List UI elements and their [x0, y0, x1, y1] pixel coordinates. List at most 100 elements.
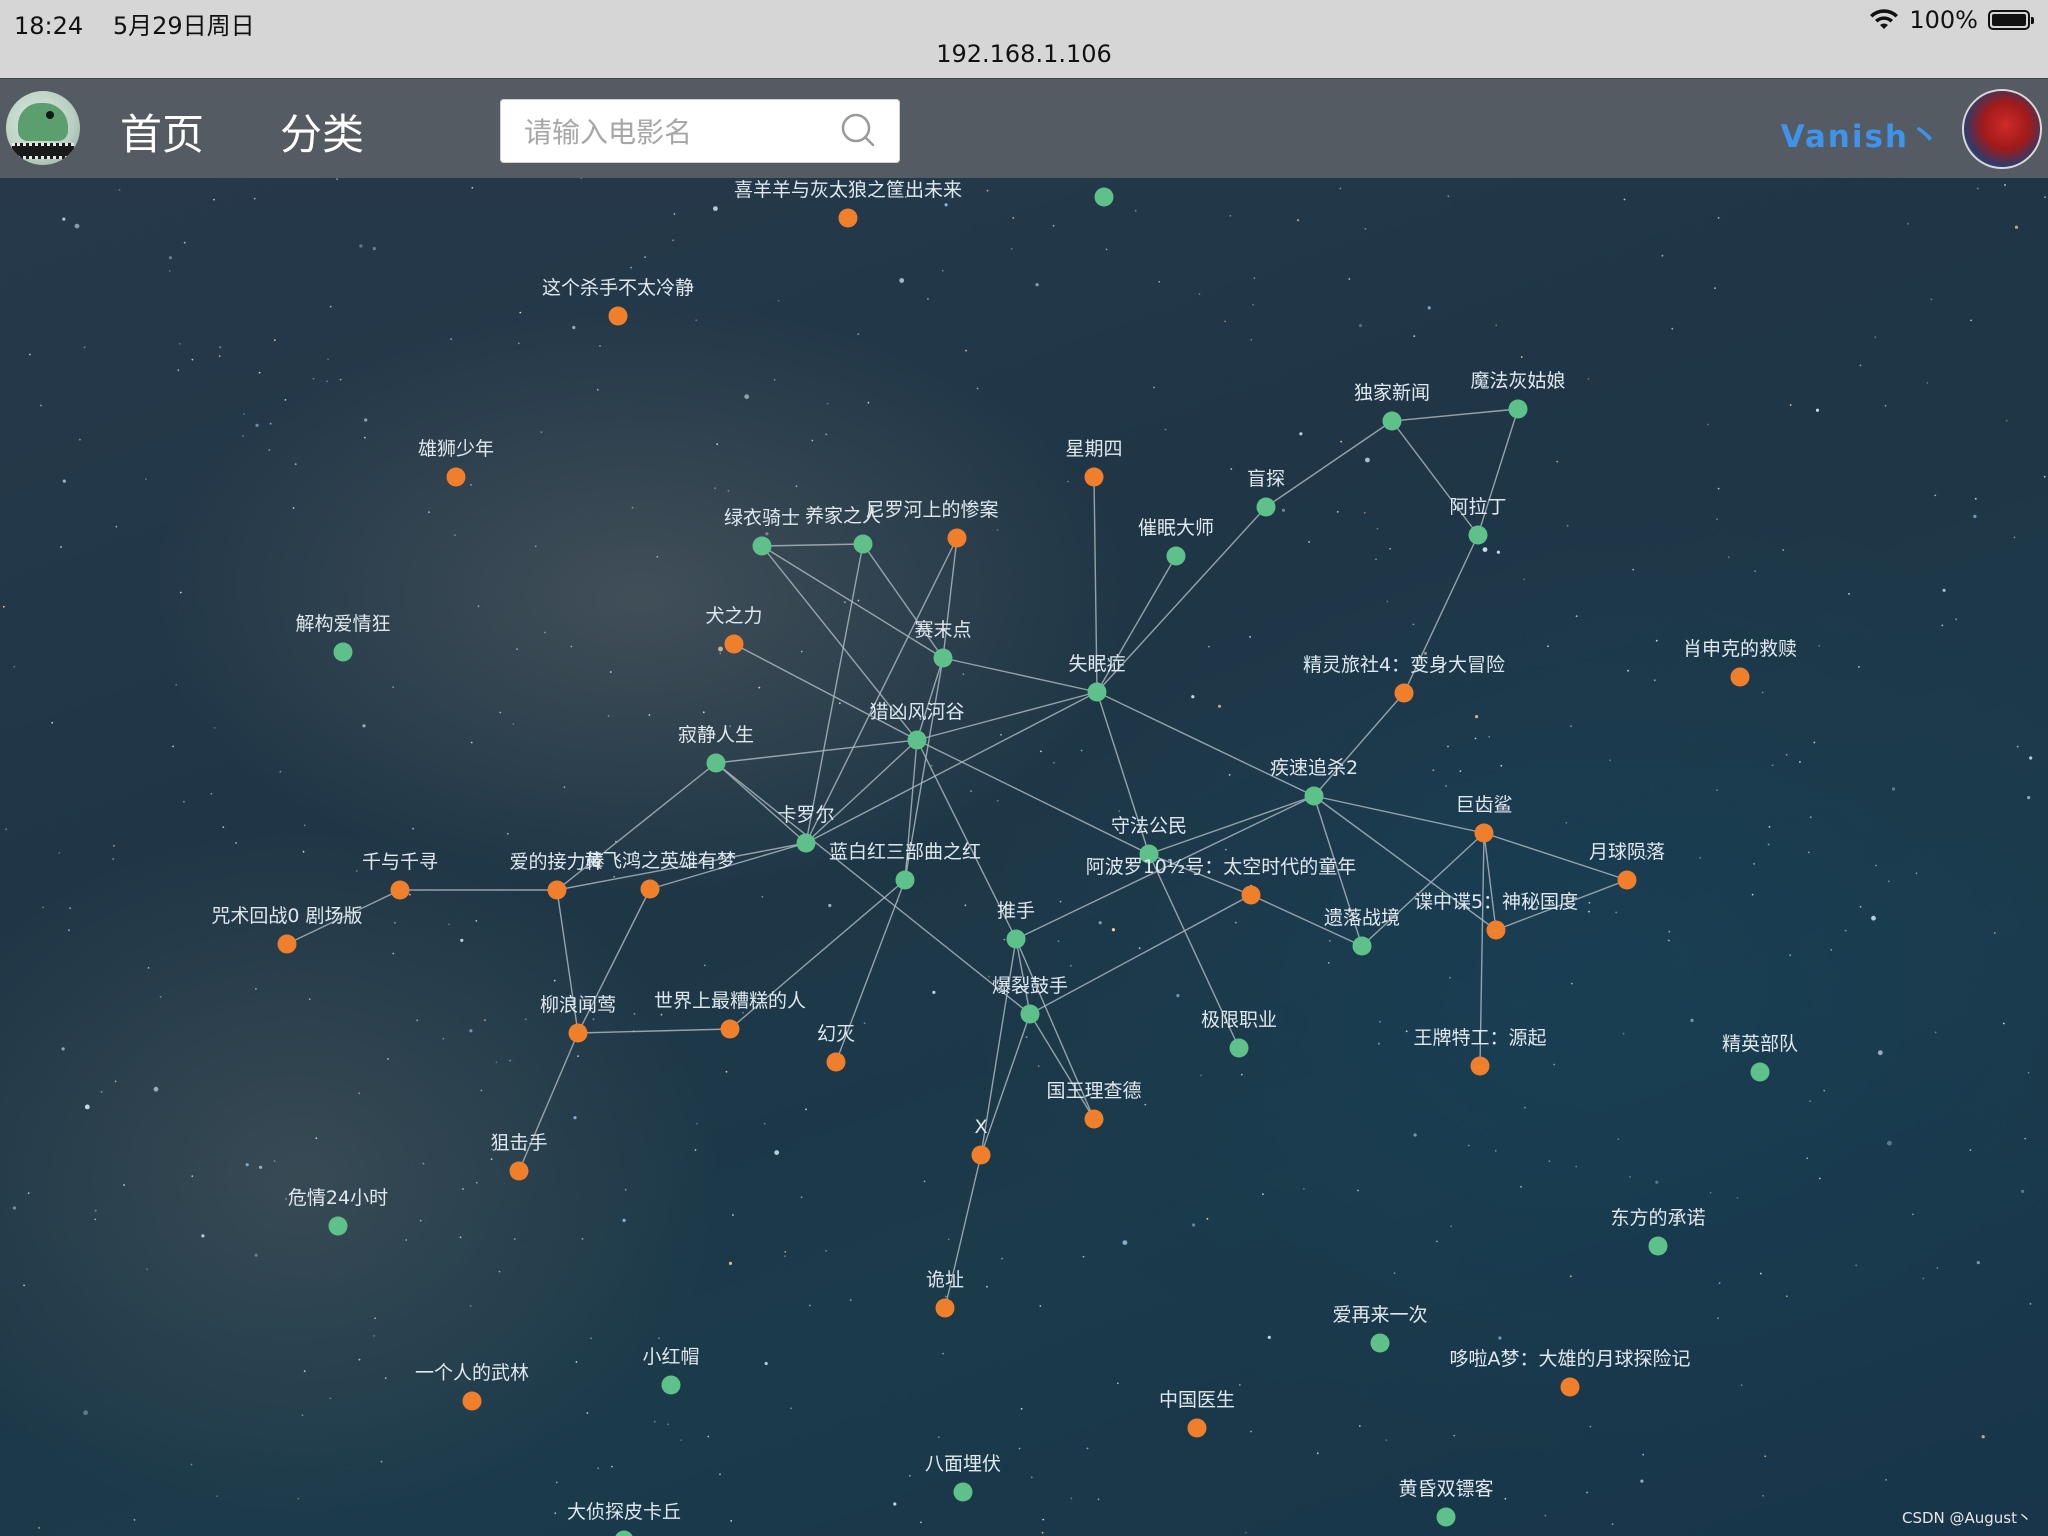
nav-home[interactable]: 首页: [120, 101, 204, 162]
graph-node[interactable]: 寂静人生: [678, 724, 754, 773]
graph-node-dot[interactable]: [547, 880, 567, 900]
graph-node-dot[interactable]: [933, 648, 953, 668]
graph-node[interactable]: 小红帽: [642, 1346, 700, 1395]
graph-node-dot[interactable]: [1470, 1056, 1490, 1076]
graph-node-dot[interactable]: [390, 880, 410, 900]
graph-node[interactable]: 国王理查德: [1046, 1080, 1142, 1129]
graph-node-dot[interactable]: [947, 528, 967, 548]
graph-node[interactable]: 尼罗河上的惨案: [865, 499, 999, 548]
logo-icon[interactable]: [6, 91, 80, 165]
graph-node[interactable]: [1094, 187, 1114, 207]
graph-node-dot[interactable]: [462, 1391, 482, 1411]
graph-node[interactable]: 卡罗尔: [777, 804, 835, 853]
graph-node-dot[interactable]: [724, 634, 744, 654]
graph-node[interactable]: 幻灭: [817, 1023, 855, 1072]
graph-node-dot[interactable]: [706, 753, 726, 773]
graph-node-dot[interactable]: [1229, 1038, 1249, 1058]
graph-node-dot[interactable]: [1394, 683, 1414, 703]
graph-node[interactable]: 犬之力: [705, 605, 763, 654]
graph-node-dot[interactable]: [333, 642, 353, 662]
graph-node[interactable]: 中国医生: [1159, 1389, 1235, 1438]
search-input[interactable]: [522, 99, 826, 165]
graph-node[interactable]: 魔法灰姑娘: [1470, 370, 1566, 419]
graph-node[interactable]: 星期四: [1065, 438, 1123, 487]
graph-node[interactable]: 巨齿鲨: [1455, 794, 1513, 843]
graph-node[interactable]: 雄狮少年: [418, 438, 494, 487]
graph-node[interactable]: 喜羊羊与灰太狼之筐出未来: [734, 179, 962, 228]
graph-node[interactable]: 解构爱情狂: [295, 613, 391, 662]
graph-node-dot[interactable]: [1094, 187, 1114, 207]
graph-node-dot[interactable]: [568, 1023, 588, 1043]
graph-node[interactable]: 世界上最糟糕的人: [654, 990, 806, 1039]
graph-node[interactable]: 咒术回战0 剧场版: [211, 905, 363, 954]
graph-node[interactable]: 诡址: [926, 1269, 964, 1318]
nav-category[interactable]: 分类: [280, 101, 364, 162]
graph-node-dot[interactable]: [853, 534, 873, 554]
graph-node[interactable]: 推手: [997, 900, 1035, 949]
graph-node-dot[interactable]: [446, 467, 466, 487]
search-icon[interactable]: [840, 112, 876, 148]
graph-node-dot[interactable]: [907, 730, 927, 750]
graph-node-dot[interactable]: [1468, 525, 1488, 545]
graph-node[interactable]: 狙击手: [490, 1132, 548, 1181]
graph-node-dot[interactable]: [1084, 467, 1104, 487]
graph-node-dot[interactable]: [1187, 1418, 1207, 1438]
graph-node-dot[interactable]: [895, 870, 915, 890]
graph-node-dot[interactable]: [608, 306, 628, 326]
graph-node[interactable]: 东方的承诺: [1610, 1207, 1706, 1256]
graph-node-dot[interactable]: [1241, 885, 1261, 905]
graph-node-dot[interactable]: [1474, 823, 1494, 843]
graph-node[interactable]: 月球陨落: [1589, 841, 1665, 890]
graph-node[interactable]: 肖申克的救赎: [1683, 638, 1797, 687]
graph-node-dot[interactable]: [1084, 1109, 1104, 1129]
graph-node-dot[interactable]: [1370, 1333, 1390, 1353]
graph-node-dot[interactable]: [1560, 1377, 1580, 1397]
browser-url[interactable]: 192.168.1.106: [0, 40, 2048, 68]
graph-node-dot[interactable]: [935, 1298, 955, 1318]
graph-node-dot[interactable]: [1304, 786, 1324, 806]
graph-node[interactable]: 大侦探皮卡丘: [567, 1501, 681, 1536]
movie-relation-graph[interactable]: 喜羊羊与灰太狼之筐出未来这个杀手不太冷静雄狮少年解构爱情狂绿衣骑士 养家之人尼罗河…: [0, 178, 2048, 1536]
graph-node-dot[interactable]: [640, 879, 660, 899]
graph-node[interactable]: 催眠大师: [1138, 517, 1214, 566]
graph-node-dot[interactable]: [838, 208, 858, 228]
graph-node[interactable]: 黄昏双镖客: [1398, 1478, 1494, 1527]
graph-node-dot[interactable]: [1006, 929, 1026, 949]
graph-node-dot[interactable]: [328, 1216, 348, 1236]
graph-node-dot[interactable]: [1508, 399, 1528, 419]
graph-node[interactable]: 独家新闻: [1354, 382, 1430, 431]
graph-node-dot[interactable]: [1087, 682, 1107, 702]
graph-node[interactable]: 蓝白红三部曲之红: [829, 841, 981, 890]
graph-node-dot[interactable]: [1648, 1236, 1668, 1256]
graph-node-dot[interactable]: [1256, 497, 1276, 517]
graph-node[interactable]: 极限职业: [1201, 1009, 1277, 1058]
graph-node[interactable]: 爱再来一次: [1332, 1304, 1428, 1353]
graph-node-dot[interactable]: [1166, 546, 1186, 566]
graph-node-dot[interactable]: [826, 1052, 846, 1072]
graph-node-dot[interactable]: [752, 536, 772, 556]
graph-node-dot[interactable]: [953, 1482, 973, 1502]
graph-node-dot[interactable]: [1352, 936, 1372, 956]
graph-node[interactable]: 一个人的武林: [415, 1362, 529, 1411]
graph-node[interactable]: 猎凶风河谷: [869, 701, 965, 750]
graph-node[interactable]: 精灵旅社4：变身大冒险: [1303, 654, 1505, 703]
graph-node-dot[interactable]: [1730, 667, 1750, 687]
graph-node[interactable]: 阿波罗10½号：太空时代的童年: [1086, 856, 1357, 905]
graph-node-dot[interactable]: [661, 1375, 681, 1395]
graph-node[interactable]: 八面埋伏: [925, 1453, 1001, 1502]
graph-node[interactable]: 哆啦A梦：大雄的月球探险记: [1450, 1348, 1691, 1397]
graph-node[interactable]: X: [971, 1116, 991, 1165]
graph-node-dot[interactable]: [1486, 920, 1506, 940]
graph-node-dot[interactable]: [971, 1145, 991, 1165]
graph-node-dot[interactable]: [720, 1019, 740, 1039]
avatar[interactable]: [1962, 89, 2042, 169]
graph-node-dot[interactable]: [1617, 870, 1637, 890]
graph-node[interactable]: 精英部队: [1722, 1033, 1798, 1082]
graph-node-dot[interactable]: [615, 1530, 634, 1536]
graph-node[interactable]: 绿衣骑士: [724, 507, 800, 556]
username[interactable]: Vanish丶: [1781, 111, 1942, 156]
graph-node[interactable]: 遗落战境: [1324, 907, 1400, 956]
graph-node[interactable]: 盲探: [1247, 468, 1285, 517]
graph-node-dot[interactable]: [1436, 1507, 1456, 1527]
graph-node-dot[interactable]: [1382, 411, 1402, 431]
